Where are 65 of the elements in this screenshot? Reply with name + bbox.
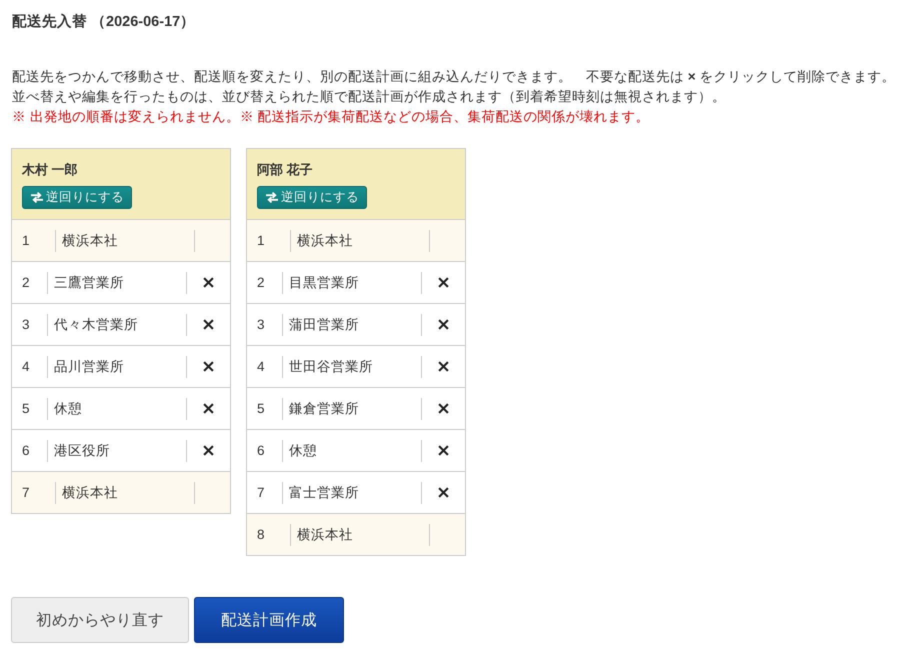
create-plan-button[interactable]: 配送計画作成 <box>194 597 344 643</box>
close-icon <box>438 445 449 456</box>
stop-name: 蒲田営業所 <box>282 314 422 336</box>
stop-name: 港区役所 <box>47 440 187 462</box>
stop-name: 目黒営業所 <box>282 272 422 294</box>
stop-name: 品川営業所 <box>47 356 187 378</box>
reset-button[interactable]: 初めからやり直す <box>11 597 189 643</box>
stop-number: 4 <box>256 359 266 374</box>
delete-button[interactable] <box>203 361 214 372</box>
stop-name: 富士営業所 <box>282 482 422 504</box>
stop-number: 3 <box>256 317 266 332</box>
instruction-text: 並べ替えや編集を行ったものは、並び替えられた順で配送計画が作成されます（到着希望時刻は無視されます）。 <box>12 88 726 106</box>
stop-name: 三鷹営業所 <box>47 272 187 294</box>
stop-number: 8 <box>256 527 266 542</box>
close-icon <box>438 277 449 288</box>
stop-name: 鎌倉営業所 <box>282 398 422 420</box>
close-icon <box>203 361 214 372</box>
delete-button[interactable] <box>438 487 449 498</box>
stop-number: 6 <box>256 443 266 458</box>
stop-number: 7 <box>21 485 31 500</box>
delete-button[interactable] <box>203 277 214 288</box>
stop-number: 4 <box>21 359 31 374</box>
stop-number: 3 <box>21 317 31 332</box>
swap-arrows-icon <box>266 192 278 203</box>
warning-text: ※ 出発地の順番は変えられません。※ 配送指示が集荷配送などの場合、集荷配送の関係が壊れます。 <box>12 108 650 126</box>
stop-name: 横浜本社 <box>290 230 430 252</box>
stop-number: 5 <box>21 401 31 416</box>
stop-name: 休憩 <box>282 440 422 462</box>
stop-number: 5 <box>256 401 266 416</box>
swap-arrows-icon <box>31 192 43 203</box>
delete-button[interactable] <box>203 319 214 330</box>
stop-name: 横浜本社 <box>290 524 430 546</box>
delete-button[interactable] <box>438 445 449 456</box>
close-icon <box>438 487 449 498</box>
delete-button[interactable] <box>438 361 449 372</box>
close-icon <box>203 403 214 414</box>
stop-name: 代々木営業所 <box>47 314 187 336</box>
stop-number: 1 <box>21 233 31 248</box>
close-icon <box>438 319 449 330</box>
close-icon <box>203 277 214 288</box>
page-title: 配送先入替 （2026-06-17） <box>12 12 196 32</box>
stop-name: 休憩 <box>47 398 187 420</box>
stop-name: 横浜本社 <box>55 230 195 252</box>
delete-button[interactable] <box>203 445 214 456</box>
delete-button[interactable] <box>438 403 449 414</box>
stop-name: 世田谷営業所 <box>282 356 422 378</box>
driver-name: 木村 一郎 <box>22 161 79 178</box>
stop-number: 1 <box>256 233 266 248</box>
instruction-text: 配送先をつかんで移動させ、配送順を変えたり、別の配送計画に組み込んだりできます。 <box>12 68 572 86</box>
stop-name: 横浜本社 <box>55 482 195 504</box>
delete-button[interactable] <box>438 277 449 288</box>
instruction-text: 不要な配送先は × をクリックして削除できます。 <box>586 68 896 86</box>
delete-button[interactable] <box>438 319 449 330</box>
delete-button[interactable] <box>203 403 214 414</box>
stop-number: 2 <box>256 275 266 290</box>
close-icon <box>438 403 449 414</box>
driver-name: 阿部 花子 <box>257 161 314 178</box>
reverse-button[interactable]: 逆回りにする <box>257 186 367 209</box>
stop-number: 2 <box>21 275 31 290</box>
close-icon <box>438 361 449 372</box>
reverse-button[interactable]: 逆回りにする <box>22 186 132 209</box>
close-icon <box>203 319 214 330</box>
close-icon <box>203 445 214 456</box>
stop-number: 6 <box>21 443 31 458</box>
stop-number: 7 <box>256 485 266 500</box>
